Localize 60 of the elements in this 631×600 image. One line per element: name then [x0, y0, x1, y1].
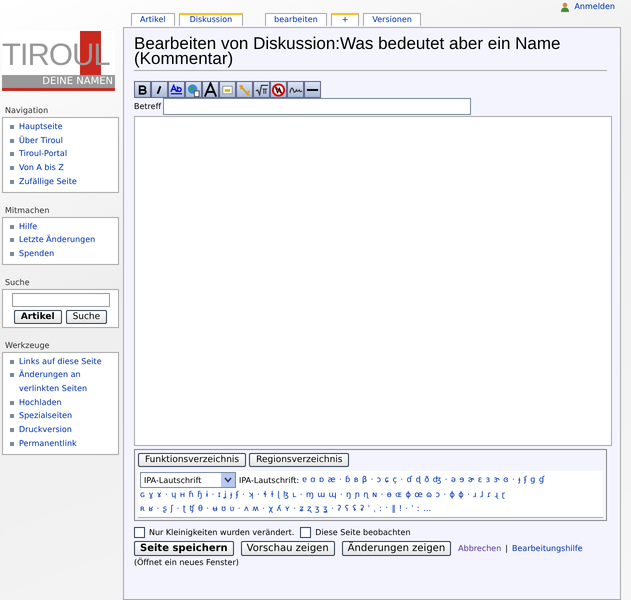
character-set-button[interactable]: Regionsverzeichnis	[249, 453, 350, 467]
sidebar-link[interactable]: Hauptseite	[19, 120, 63, 134]
sidebar-link[interactable]: Hilfe	[19, 220, 38, 234]
portlet-title: Navigation	[4, 106, 50, 115]
character-links[interactable]: ɐ ɑ ɒ æ · ɓ ʙ β · ɔ ɕ ç · ɗ ɖ ð ʤ · ə ɘ ɚ ɛ ɜ ɝ ɞ · ɟ ʄ ɡ ɠ	[302, 473, 545, 487]
portlet-title: Suche	[4, 278, 31, 287]
image-tool-icon[interactable]	[219, 81, 236, 98]
checkbox-label: Diese Seite beobachten	[315, 528, 411, 537]
headline-tool-icon[interactable]	[202, 81, 219, 98]
subject-label: Betreff	[134, 102, 162, 111]
page-tab[interactable]: Versionen	[363, 13, 421, 26]
character-set-button[interactable]: Funktionsverzeichnis	[138, 453, 246, 467]
hr-tool-icon[interactable]	[304, 81, 321, 98]
user-icon	[560, 2, 570, 12]
character-links[interactable]: ʀ ʁ · ʂ ʃ · ʈ ʧ θ · ʉ ʊ ʋ · ʌ ʍ · χ ʎ ʏ · ʑ ʐ ʒ ʓ · ʔ ʕ ʢ ʡ ˈ ˌ ː ˑ ‖ ǃ · ˈ ː …	[140, 502, 601, 516]
sidebar-link[interactable]: Tiroul-Portal	[19, 147, 68, 162]
sidebar-link[interactable]: Links auf diese Seite	[19, 354, 102, 368]
sidebar-link[interactable]: Über Tiroul	[19, 134, 63, 148]
sidebar-link[interactable]: Druckversion	[19, 423, 72, 437]
sidebar-link[interactable]: Letzte Änderungen	[19, 233, 96, 247]
character-set-label: IPA-Lautschrift:	[239, 476, 300, 484]
sidebar-link[interactable]: Von A bis Z	[19, 161, 64, 175]
bold-tool-icon[interactable]	[134, 81, 151, 98]
page-tab[interactable]: Diskussion	[178, 13, 244, 26]
cancel-link[interactable]: Abbrechen	[458, 544, 502, 553]
checkbox[interactable]	[300, 527, 312, 538]
search-field[interactable]	[12, 292, 110, 307]
help-note: (Öffnet ein neues Fenster)	[134, 558, 240, 567]
checkbox[interactable]	[134, 527, 145, 538]
sidebar-link[interactable]: Spenden	[19, 246, 54, 261]
login-link[interactable]: Anmelden	[560, 2, 615, 12]
action-button[interactable]: Änderungen zeigen	[342, 541, 452, 556]
nowiki-tool-icon[interactable]	[270, 81, 287, 98]
caret-icon	[221, 473, 235, 487]
link-tool-icon[interactable]	[168, 81, 185, 98]
character-links[interactable]: ɢ ɣ ɤ · ɥ ʜ ɦ ɧ ɨ · ɪ ʝ ɟ ʄ · ʞ · ɬ ɫ ɭ ɮ ʟ · ɱ ɯ ɰ · ŋ ɲ ɳ ɴ · ɵ ɶ ɸ œ ɷ ɔ · ɸ ɸ · ɹ ɺ ɾ ɻ ɽ	[140, 488, 601, 502]
search-button[interactable]: Artikel	[14, 310, 62, 324]
page-tab[interactable]: +	[330, 13, 360, 26]
portlet-title: Werkzeuge	[4, 340, 50, 350]
signature-tool-icon[interactable]	[287, 81, 304, 98]
portlet-title: Mitmachen	[4, 206, 50, 215]
subject-field[interactable]	[163, 98, 472, 115]
sidebar-link[interactable]: Änderungen an verlinkten Seiten	[19, 368, 114, 396]
globe-tool-icon[interactable]	[185, 81, 202, 98]
sidebar-link[interactable]: Hochladen	[19, 396, 62, 410]
character-set-select[interactable]: IPA-Lautschrift	[140, 472, 236, 488]
link-separator: |	[505, 544, 508, 553]
page-heading: Bearbeiten von Diskussion:Was bedeutet aber ein Name (Kommentar)	[134, 36, 607, 71]
action-button[interactable]: Vorschau zeigen	[240, 541, 335, 556]
sidebar-link[interactable]: Spezialseiten	[19, 409, 72, 424]
help-link[interactable]: Bearbeitungshilfe	[512, 544, 583, 553]
checkbox-label: Nur Kleinigkeiten wurden verändert.	[149, 528, 294, 537]
italic-tool-icon[interactable]	[151, 81, 168, 98]
page-tab[interactable]: Artikel	[131, 13, 175, 26]
page-tab[interactable]: bearbeiten	[265, 13, 327, 26]
sidebar-link[interactable]: Permanentlink	[19, 436, 77, 451]
math-tool-icon[interactable]	[253, 81, 270, 98]
action-button[interactable]: Seite speichern	[134, 541, 234, 556]
sidebar-link[interactable]: Zufällige Seite	[19, 174, 77, 189]
search-button[interactable]: Suche	[66, 310, 108, 324]
